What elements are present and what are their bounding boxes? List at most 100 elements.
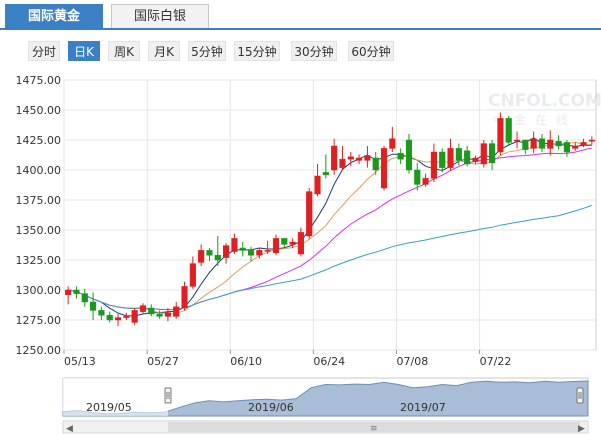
candle: [231, 233, 238, 254]
navigator-label: 2019/05: [86, 401, 132, 414]
candle-body: [81, 293, 88, 303]
candle-body: [347, 156, 354, 160]
candle-body: [497, 118, 504, 153]
candle-body: [256, 250, 263, 256]
candle: [264, 240, 271, 254]
candle: [206, 248, 213, 262]
navigator-right-handle[interactable]: [576, 387, 584, 404]
candle: [106, 311, 113, 323]
candle-body: [106, 314, 113, 321]
handle-grip: [164, 387, 172, 404]
x-tick-label: 05/27: [147, 355, 179, 368]
candle: [139, 303, 147, 314]
candle: [472, 155, 479, 164]
candle: [380, 146, 388, 191]
candle-body: [331, 145, 338, 171]
candle: [389, 126, 396, 152]
candle-body: [530, 138, 537, 149]
candle: [272, 234, 280, 256]
candle: [223, 243, 230, 264]
candle: [555, 135, 562, 150]
candle: [297, 227, 304, 257]
candle: [73, 286, 80, 299]
candle: [181, 281, 188, 311]
candle-body: [356, 157, 363, 161]
candle-body: [464, 150, 471, 165]
candle-body: [513, 139, 521, 142]
candle: [156, 310, 163, 319]
candle-body: [223, 245, 230, 258]
x-tick-label: 06/24: [313, 355, 345, 368]
candle: [447, 138, 454, 172]
navigator-left-handle[interactable]: [164, 387, 172, 404]
candle-body: [397, 152, 404, 160]
candle: [98, 306, 105, 320]
candle: [306, 188, 313, 239]
y-tick-label: 1375.00: [16, 194, 62, 207]
candle-body: [173, 306, 180, 317]
y-tick-label: 1450.00: [16, 104, 62, 117]
y-tick-label: 1250.00: [16, 344, 62, 357]
candle-body: [297, 232, 304, 255]
candle-body: [239, 247, 246, 251]
y-tick-label: 1275.00: [16, 314, 62, 327]
candle-body: [264, 250, 271, 252]
candle: [513, 131, 521, 149]
candle-body: [131, 310, 138, 323]
candle-body: [189, 263, 196, 287]
candle: [81, 288, 88, 307]
watermark-text: CNFOL.COM: [488, 91, 601, 111]
candle: [372, 152, 379, 175]
candle-body: [73, 289, 80, 294]
candle-body: [148, 307, 155, 315]
x-tick-label: 07/08: [397, 355, 429, 368]
candle-body: [231, 238, 238, 252]
candle: [464, 146, 471, 167]
candle-body: [380, 148, 388, 189]
scroll-left-icon[interactable]: ◀: [66, 424, 73, 434]
candle: [547, 130, 554, 156]
candle-body: [522, 139, 529, 150]
handle-grip: [576, 387, 584, 404]
candle-body: [455, 148, 462, 161]
navigator-label: 2019/06: [248, 401, 294, 414]
candle: [281, 238, 288, 248]
candle-body: [547, 139, 554, 149]
candle: [148, 304, 155, 317]
x-tick-label: 05/13: [64, 355, 96, 368]
candle: [480, 140, 487, 168]
candle-body: [489, 143, 496, 164]
candle: [239, 242, 246, 257]
candle-body: [572, 145, 579, 149]
candle-body: [206, 250, 213, 256]
candle-body: [364, 155, 371, 161]
candle-body: [538, 138, 546, 149]
candle-body: [480, 143, 487, 165]
candle-body: [322, 172, 329, 176]
candle: [505, 116, 512, 146]
candle: [397, 148, 404, 164]
candle: [131, 308, 138, 325]
navigator-label: 2019/07: [400, 401, 446, 414]
x-tick-label: 06/10: [230, 355, 262, 368]
candle-body: [339, 158, 346, 168]
candle-body: [505, 118, 512, 143]
candle: [364, 146, 371, 168]
candle-body: [372, 157, 379, 171]
candle: [572, 142, 579, 151]
candle-body: [114, 317, 122, 321]
candle: [198, 244, 205, 266]
candle-body: [588, 139, 595, 142]
candle-body: [422, 178, 429, 185]
scroll-right-icon[interactable]: ▶: [578, 424, 585, 434]
candle-body: [306, 191, 313, 237]
candle-body: [447, 148, 454, 168]
candle-body: [214, 254, 221, 261]
candle: [588, 136, 595, 145]
candle: [538, 134, 546, 152]
candle: [314, 164, 321, 197]
y-tick-label: 1325.00: [16, 254, 62, 267]
candle-body: [98, 310, 105, 316]
candle-body: [90, 301, 97, 311]
candle-body: [65, 289, 72, 296]
